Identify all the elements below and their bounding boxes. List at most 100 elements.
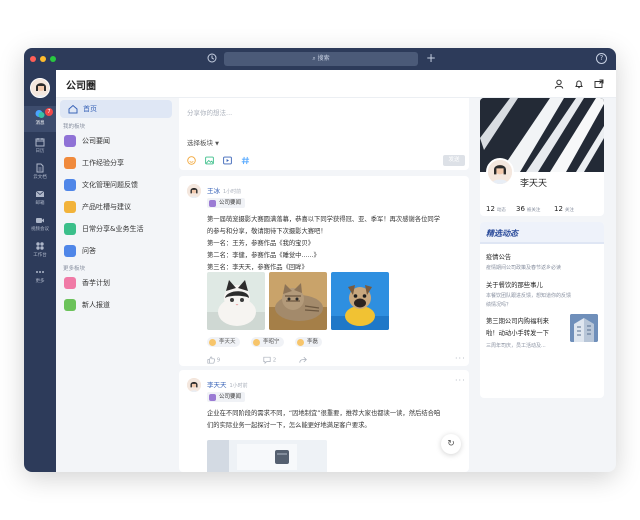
board-sidebar: 首页 我的板块 公司要闻 工作经验分享 文化管理问题反馈 产品吐槽与建议 日常分… bbox=[56, 98, 176, 472]
grid-icon bbox=[36, 242, 44, 250]
post-time: 1小时前 bbox=[223, 189, 242, 195]
chat-bubbles-icon bbox=[35, 110, 45, 118]
hashtag-icon[interactable] bbox=[241, 156, 250, 165]
news-item-thumbnail[interactable] bbox=[570, 314, 598, 342]
news-item-subtitle: 本餐饮团队跟进反馈，想知道你的反馈 bbox=[486, 293, 572, 299]
minimize-window-button[interactable] bbox=[40, 56, 46, 62]
post-photo-cat-tabby[interactable] bbox=[269, 272, 327, 330]
contacts-icon[interactable] bbox=[554, 79, 564, 89]
send-button[interactable]: 发送 bbox=[443, 155, 465, 166]
post-photo-office[interactable] bbox=[207, 440, 327, 472]
thumbs-up-icon bbox=[207, 356, 215, 364]
video-icon[interactable] bbox=[223, 156, 232, 165]
forward-button[interactable] bbox=[299, 356, 307, 364]
app-window: ⌕ 搜索 + ? 消息 7 日历 云文档 邮箱 视频会议 工作台 更多 公司圈 … bbox=[24, 48, 616, 472]
post-author[interactable]: 李天天 1小时前 bbox=[207, 379, 248, 389]
profile-stat-following[interactable]: 12 关注 bbox=[554, 196, 574, 215]
more-dots-icon bbox=[36, 271, 44, 273]
post-author[interactable]: 王冰 1小时前 bbox=[207, 185, 241, 195]
unread-badge: 7 bbox=[45, 108, 53, 116]
post-more-menu[interactable]: ··· bbox=[455, 376, 466, 385]
sidebar-item-label: 问答 bbox=[82, 247, 96, 255]
rail-label-mail: 邮箱 bbox=[35, 201, 45, 206]
post-text-line: 第一届萌宠摄影大赛圆满落幕，恭喜以下同学获得冠、亚、季军！再次感谢各位同学 bbox=[207, 216, 440, 223]
post-text-line: 的参与和分享，敬请期待下次摄影大赛吧！ bbox=[207, 228, 327, 235]
sidebar-item-label: 香芋计划 bbox=[82, 279, 110, 287]
reaction-chip[interactable]: 李昭宁 bbox=[251, 337, 284, 347]
news-item-title[interactable]: 疫情公告 bbox=[486, 252, 511, 261]
history-icon[interactable] bbox=[206, 53, 218, 65]
my-boards-heading: 我的板块 bbox=[63, 124, 86, 130]
rail-label-messages: 消息 bbox=[35, 121, 45, 126]
stat-label: 动态 bbox=[496, 208, 506, 213]
rail-item-calendar[interactable]: 日历 bbox=[24, 134, 56, 160]
share-window-icon[interactable] bbox=[594, 79, 604, 89]
author-avatar[interactable] bbox=[187, 184, 201, 198]
post-photo-cat-white[interactable] bbox=[207, 272, 265, 330]
board-product-icon bbox=[64, 201, 76, 213]
board-culture-icon bbox=[64, 179, 76, 191]
featured-news-title: 精选动态 bbox=[486, 229, 518, 238]
news-item-title[interactable]: 啦！动动小手转发一下 bbox=[486, 328, 549, 337]
close-window-button[interactable] bbox=[30, 56, 36, 62]
rail-item-more[interactable]: 更多 bbox=[24, 264, 56, 290]
board-experience-icon bbox=[64, 157, 76, 169]
video-camera-icon bbox=[36, 218, 44, 223]
title-bar: ⌕ 搜索 + ? bbox=[24, 48, 616, 70]
news-item-title[interactable]: 第三期公司内购福利来 bbox=[486, 316, 549, 325]
post-text-line: 企业在不同阶段的需求不同，“因地制宜”很重要，推荐大家也都读一读，然后结合咱 bbox=[207, 410, 441, 417]
post-composer: 分享你的想法... 选择板块 ▼ 发送 bbox=[179, 98, 469, 170]
featured-news-card: 精选动态 疫情公告 疫情期间公司政策及春节返乡必读 关于餐饮的那些事儿 本餐饮团… bbox=[480, 222, 604, 398]
rail-label-docs: 云文档 bbox=[33, 175, 47, 180]
more-boards-heading: 更多板块 bbox=[63, 266, 86, 272]
user-avatar[interactable] bbox=[30, 78, 50, 98]
board-select[interactable]: 选择板块 ▼ bbox=[187, 137, 219, 147]
image-icon[interactable] bbox=[205, 156, 214, 165]
post-text-line: 第二名：李健，参赛作品《睡觉中......》 bbox=[207, 252, 320, 259]
rail-item-messages[interactable]: 消息 7 bbox=[24, 106, 56, 132]
post-board-tag[interactable]: 公司要闻 bbox=[207, 198, 246, 208]
header-bar: 公司圈 bbox=[56, 70, 616, 98]
emoji-icon[interactable] bbox=[187, 156, 196, 165]
comment-button[interactable]: 2 bbox=[263, 356, 276, 365]
rail-item-video[interactable]: 视频会议 bbox=[24, 212, 56, 238]
profile-card: 李天天 12 动态 36 被关注 12 关注 bbox=[480, 98, 604, 216]
news-item-subtitle: 疫情期间公司政策及春节返乡必读 bbox=[486, 265, 562, 271]
reaction-chip[interactable]: 李磊 bbox=[295, 337, 323, 347]
composer-input[interactable]: 分享你的想法... bbox=[187, 107, 232, 117]
rail-item-workbench[interactable]: 工作台 bbox=[24, 238, 56, 264]
stat-label: 关注 bbox=[564, 208, 574, 213]
rail-item-docs[interactable]: 云文档 bbox=[24, 160, 56, 186]
news-item-title[interactable]: 关于餐饮的那些事儿 bbox=[486, 280, 543, 289]
like-button[interactable]: 9 bbox=[207, 356, 220, 364]
rail-label-calendar: 日历 bbox=[35, 149, 45, 154]
news-item-subtitle: 绩情况吗？ bbox=[486, 302, 512, 308]
search-placeholder: 搜索 bbox=[317, 55, 330, 62]
maximize-window-button[interactable] bbox=[50, 56, 56, 62]
profile-stat-posts[interactable]: 12 动态 bbox=[486, 196, 506, 215]
post-text-line: 第一名：王芳，参赛作品《我的宝贝》 bbox=[207, 240, 315, 247]
post-author-name: 李天天 bbox=[207, 381, 227, 389]
sidebar-item-label: 日常分享&业务生活 bbox=[82, 225, 144, 233]
add-icon[interactable]: + bbox=[426, 50, 436, 66]
profile-stat-followers[interactable]: 36 被关注 bbox=[516, 196, 540, 215]
bell-icon[interactable] bbox=[574, 79, 584, 89]
stat-number: 12 bbox=[486, 205, 495, 213]
chevron-down-icon: ▼ bbox=[215, 141, 219, 147]
document-icon bbox=[36, 163, 44, 173]
help-icon[interactable]: ? bbox=[596, 53, 607, 64]
reaction-chip[interactable]: 李天天 bbox=[207, 337, 240, 347]
refresh-button[interactable]: ↻ bbox=[441, 434, 461, 454]
post-more-menu[interactable]: ··· bbox=[455, 354, 466, 363]
board-newcomer-icon bbox=[64, 299, 76, 311]
feed: 分享你的想法... 选择板块 ▼ 发送 王冰 1小时前 公司要闻 第一届萌宠摄影大… bbox=[179, 98, 469, 472]
post-photo-dog[interactable] bbox=[331, 272, 389, 330]
post-board-tag[interactable]: 公司要闻 bbox=[207, 392, 246, 402]
sidebar-item-home[interactable]: 首页 bbox=[60, 100, 172, 118]
like-count: 9 bbox=[216, 357, 221, 364]
profile-avatar[interactable] bbox=[486, 158, 514, 186]
feed-post: 王冰 1小时前 公司要闻 第一届萌宠摄影大赛圆满落幕，恭喜以下同学获得冠、亚、季军… bbox=[179, 176, 469, 366]
search-bar[interactable]: ⌕ 搜索 bbox=[224, 52, 418, 66]
rail-item-mail[interactable]: 邮箱 bbox=[24, 186, 56, 212]
author-avatar[interactable] bbox=[187, 378, 201, 392]
